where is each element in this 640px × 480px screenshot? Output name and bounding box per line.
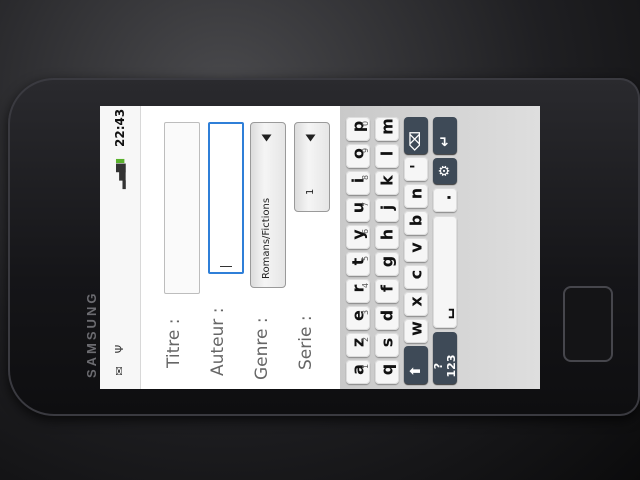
- backspace-key[interactable]: ⌫: [404, 117, 428, 154]
- key-j[interactable]: j: [375, 198, 399, 222]
- key-a[interactable]: a1: [346, 360, 370, 384]
- signal-icon: ▂▄▆: [113, 163, 126, 189]
- title-label: Titre :: [164, 318, 184, 368]
- key-m[interactable]: m: [375, 117, 399, 141]
- chevron-down-icon: [305, 134, 316, 142]
- symbols-key[interactable]: ?123: [432, 332, 458, 384]
- key-q[interactable]: q: [375, 360, 399, 384]
- key-t[interactable]: t5: [346, 252, 370, 276]
- key-y[interactable]: y6: [346, 225, 370, 249]
- title-input[interactable]: [164, 122, 200, 294]
- author-input[interactable]: [208, 122, 244, 274]
- key-f[interactable]: f: [375, 279, 399, 303]
- shift-key[interactable]: ⬆: [404, 346, 428, 384]
- series-select[interactable]: 1: [294, 122, 330, 212]
- genre-value: Romans/Fictions: [261, 197, 272, 279]
- enter-icon: ↵: [437, 135, 453, 147]
- key-h[interactable]: h: [375, 225, 399, 249]
- gear-icon: ⚙: [437, 164, 453, 178]
- author-label: Auteur :: [208, 307, 228, 376]
- text-cursor: [220, 266, 232, 267]
- status-bar: 22:43 ▮ ▂▄▆ Ψ ✉: [100, 106, 141, 389]
- period-key[interactable]: .: [433, 188, 457, 212]
- home-button[interactable]: [563, 286, 613, 362]
- screen: 22:43 ▮ ▂▄▆ Ψ ✉ Titre : Auteur : Genre :…: [100, 106, 540, 389]
- genre-select[interactable]: Romans/Fictions: [250, 122, 286, 288]
- key-g[interactable]: g: [375, 252, 399, 276]
- key-e[interactable]: e3: [346, 306, 370, 330]
- key-n[interactable]: n: [404, 184, 428, 208]
- brand-logo: SAMSUNG: [84, 290, 99, 378]
- key-r[interactable]: r4: [346, 279, 370, 303]
- key-k[interactable]: k: [375, 171, 399, 195]
- usb-icon: Ψ: [113, 344, 126, 354]
- series-value: 1: [305, 188, 316, 195]
- key-p[interactable]: p0: [346, 117, 370, 141]
- key-d[interactable]: d: [375, 306, 399, 330]
- key-b[interactable]: b: [404, 211, 428, 235]
- key-u[interactable]: u7: [346, 198, 370, 222]
- key-w[interactable]: w: [404, 319, 428, 343]
- message-icon: ✉: [113, 366, 126, 376]
- key-o[interactable]: o9: [346, 144, 370, 168]
- enter-key[interactable]: ↵: [433, 117, 457, 154]
- key-s[interactable]: s: [375, 333, 399, 357]
- key-v[interactable]: v: [404, 238, 428, 262]
- chevron-down-icon: [261, 134, 272, 142]
- key-z[interactable]: z2: [346, 333, 370, 357]
- settings-key[interactable]: ⚙: [433, 158, 457, 184]
- clock: 22:43: [113, 108, 127, 147]
- genre-label: Genre :: [252, 317, 272, 380]
- series-label: Serie :: [296, 315, 316, 370]
- key-x[interactable]: x: [404, 292, 428, 316]
- key-i[interactable]: i8: [346, 171, 370, 195]
- key-c[interactable]: c: [404, 265, 428, 289]
- key-l[interactable]: l: [375, 144, 399, 168]
- space-key[interactable]: ␣: [433, 216, 457, 328]
- soft-keyboard: a1 z2 e3 r4 t5 y6 u7 i8 o9 p0 q s d f g …: [340, 106, 540, 389]
- key-apostrophe[interactable]: ': [404, 157, 428, 181]
